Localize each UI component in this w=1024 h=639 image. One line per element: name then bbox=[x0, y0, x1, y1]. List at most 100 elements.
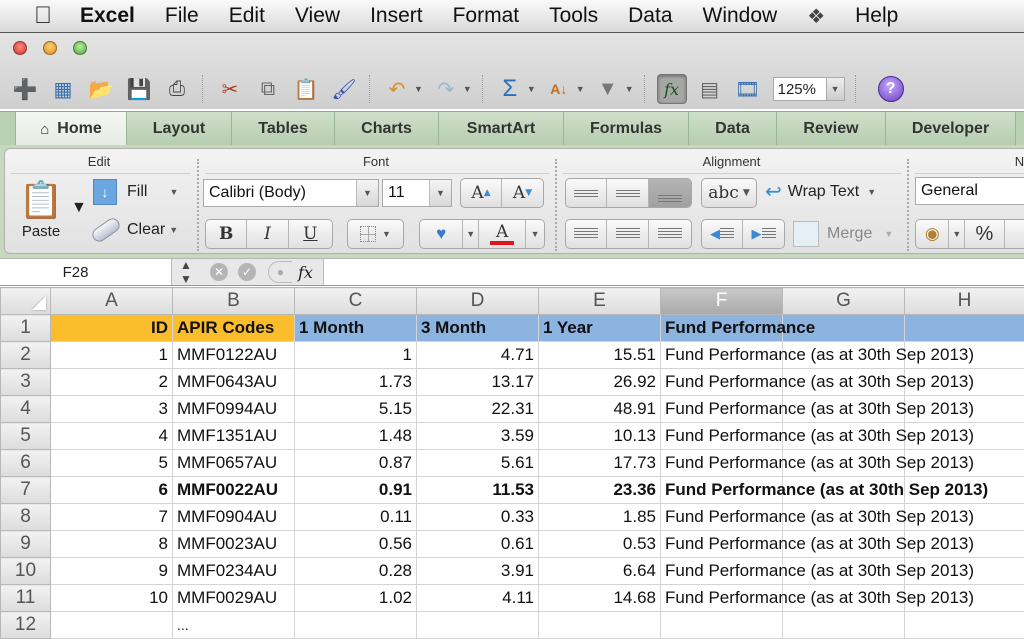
column-header-f[interactable]: F bbox=[661, 288, 783, 315]
column-header-h[interactable]: H bbox=[905, 288, 1024, 315]
row-header[interactable]: 9 bbox=[1, 531, 51, 558]
menu-insert[interactable]: Insert bbox=[370, 4, 423, 28]
fill-button[interactable]: ↓ Fill ▼ bbox=[93, 179, 178, 205]
row-header[interactable]: 11 bbox=[1, 585, 51, 612]
menu-app-excel[interactable]: Excel bbox=[80, 4, 135, 28]
number-format-select[interactable]: General bbox=[915, 177, 1024, 205]
font-name-select[interactable]: Calibri (Body) ▼ bbox=[203, 179, 379, 207]
cell-1-month[interactable]: 5.15 bbox=[295, 396, 417, 423]
cell-1-year[interactable]: 26.92 bbox=[539, 369, 661, 396]
cell-id[interactable]: 5 bbox=[51, 450, 173, 477]
sort-icon[interactable]: A↓ bbox=[544, 74, 574, 104]
underline-button[interactable]: U bbox=[289, 220, 332, 248]
bold-button[interactable]: B bbox=[206, 220, 247, 248]
cell-e1[interactable]: 1 Year bbox=[539, 315, 661, 342]
cell-id[interactable]: 1 bbox=[51, 342, 173, 369]
copy-icon[interactable]: ⧉ bbox=[253, 74, 283, 104]
cell-3-month[interactable]: 0.33 bbox=[417, 504, 539, 531]
cell-empty[interactable] bbox=[539, 612, 661, 639]
cell-a12[interactable] bbox=[51, 612, 173, 639]
cell-b12[interactable]: ... bbox=[173, 612, 295, 639]
cell-id[interactable]: 3 bbox=[51, 396, 173, 423]
cell-apir-code[interactable]: MMF0643AU bbox=[173, 369, 295, 396]
close-window-button[interactable] bbox=[13, 41, 27, 55]
orientation-button[interactable]: abc ▼ bbox=[701, 178, 757, 208]
row-header[interactable]: 10 bbox=[1, 558, 51, 585]
cell-apir-code[interactable]: MMF1351AU bbox=[173, 423, 295, 450]
equals-icon[interactable]: ● bbox=[268, 261, 292, 283]
tab-tables[interactable]: Tables bbox=[232, 112, 335, 146]
paste-dropdown-icon[interactable]: ▼ bbox=[71, 199, 87, 217]
align-left-button[interactable] bbox=[566, 220, 607, 248]
decrease-font-size-button[interactable]: A▼ bbox=[502, 179, 543, 207]
font-color-dropdown-icon[interactable]: ▼ bbox=[526, 220, 544, 248]
formula-input[interactable] bbox=[323, 259, 1024, 285]
cell-apir-code[interactable]: MMF0904AU bbox=[173, 504, 295, 531]
row-header[interactable]: 6 bbox=[1, 450, 51, 477]
templates-gallery-icon[interactable]: ▦ bbox=[48, 74, 78, 104]
apple-menu-icon[interactable]:  bbox=[30, 3, 56, 29]
cell-fund-performance[interactable]: Fund Performance (as at 30th Sep 2013) bbox=[661, 369, 783, 396]
paste-icon[interactable]: 📋 bbox=[291, 74, 321, 104]
column-header-a[interactable]: A bbox=[51, 288, 173, 315]
cell-3-month[interactable]: 5.61 bbox=[417, 450, 539, 477]
name-box[interactable]: F28 bbox=[0, 259, 172, 285]
cell-fund-performance[interactable]: Fund Performance (as at 30th Sep 2013) bbox=[661, 477, 783, 504]
cell-apir-code[interactable]: MMF0994AU bbox=[173, 396, 295, 423]
menu-format[interactable]: Format bbox=[453, 4, 520, 28]
cell-1-year[interactable]: 48.91 bbox=[539, 396, 661, 423]
menu-view[interactable]: View bbox=[295, 4, 340, 28]
borders-button[interactable]: ▼ bbox=[347, 219, 404, 249]
cell-1-month[interactable]: 0.87 bbox=[295, 450, 417, 477]
tab-formulas[interactable]: Formulas bbox=[564, 112, 689, 146]
row-header[interactable]: 1 bbox=[1, 315, 51, 342]
toolbox-icon[interactable]: ▤ bbox=[695, 74, 725, 104]
redo-dropdown-icon[interactable]: ▼ bbox=[463, 84, 472, 94]
cell-id[interactable]: 7 bbox=[51, 504, 173, 531]
menu-data[interactable]: Data bbox=[628, 4, 672, 28]
font-name-dropdown-icon[interactable]: ▼ bbox=[356, 180, 378, 206]
cell-empty[interactable] bbox=[295, 612, 417, 639]
cell-fund-performance[interactable]: Fund Performance (as at 30th Sep 2013) bbox=[661, 585, 783, 612]
cell-apir-code[interactable]: MMF0122AU bbox=[173, 342, 295, 369]
accounting-dropdown-icon[interactable]: ▼ bbox=[949, 220, 965, 248]
row-header[interactable]: 4 bbox=[1, 396, 51, 423]
row-header[interactable]: 7 bbox=[1, 477, 51, 504]
cell-empty[interactable] bbox=[783, 612, 905, 639]
cell-1-month[interactable]: 1 bbox=[295, 342, 417, 369]
cell-apir-code[interactable]: MMF0023AU bbox=[173, 531, 295, 558]
row-header[interactable]: 8 bbox=[1, 504, 51, 531]
font-size-dropdown-icon[interactable]: ▼ bbox=[429, 180, 451, 206]
cell-3-month[interactable]: 3.59 bbox=[417, 423, 539, 450]
zoom-dropdown-icon[interactable]: ▼ bbox=[826, 78, 844, 100]
align-right-button[interactable] bbox=[649, 220, 691, 248]
menu-tools[interactable]: Tools bbox=[549, 4, 598, 28]
cell-b1[interactable]: APIR Codes bbox=[173, 315, 295, 342]
confirm-formula-icon[interactable]: ✓ bbox=[238, 263, 256, 281]
percent-style-button[interactable]: % bbox=[965, 220, 1004, 248]
cell-id[interactable]: 4 bbox=[51, 423, 173, 450]
cell-c1[interactable]: 1 Month bbox=[295, 315, 417, 342]
font-color-button[interactable]: A bbox=[479, 220, 526, 248]
minimize-window-button[interactable] bbox=[43, 41, 57, 55]
italic-button[interactable]: I bbox=[247, 220, 288, 248]
cell-3-month[interactable]: 22.31 bbox=[417, 396, 539, 423]
align-center-button[interactable] bbox=[607, 220, 648, 248]
paste-button[interactable]: 📋 Paste bbox=[19, 179, 63, 240]
cell-fund-performance[interactable]: Fund Performance (as at 30th Sep 2013) bbox=[661, 450, 783, 477]
cell-id[interactable]: 9 bbox=[51, 558, 173, 585]
cell-3-month[interactable]: 0.61 bbox=[417, 531, 539, 558]
row-header[interactable]: 5 bbox=[1, 423, 51, 450]
row-header[interactable]: 12 bbox=[1, 612, 51, 639]
fill-color-button[interactable]: ♥ bbox=[420, 220, 463, 248]
cell-empty[interactable] bbox=[417, 612, 539, 639]
cut-icon[interactable]: ✂ bbox=[215, 74, 245, 104]
cell-id[interactable]: 6 bbox=[51, 477, 173, 504]
row-header[interactable]: 2 bbox=[1, 342, 51, 369]
cell-1-month[interactable]: 1.02 bbox=[295, 585, 417, 612]
cell-3-month[interactable]: 11.53 bbox=[417, 477, 539, 504]
cell-3-month[interactable]: 13.17 bbox=[417, 369, 539, 396]
cell-1-year[interactable]: 1.85 bbox=[539, 504, 661, 531]
cell-d1[interactable]: 3 Month bbox=[417, 315, 539, 342]
cell-1-year[interactable]: 23.36 bbox=[539, 477, 661, 504]
